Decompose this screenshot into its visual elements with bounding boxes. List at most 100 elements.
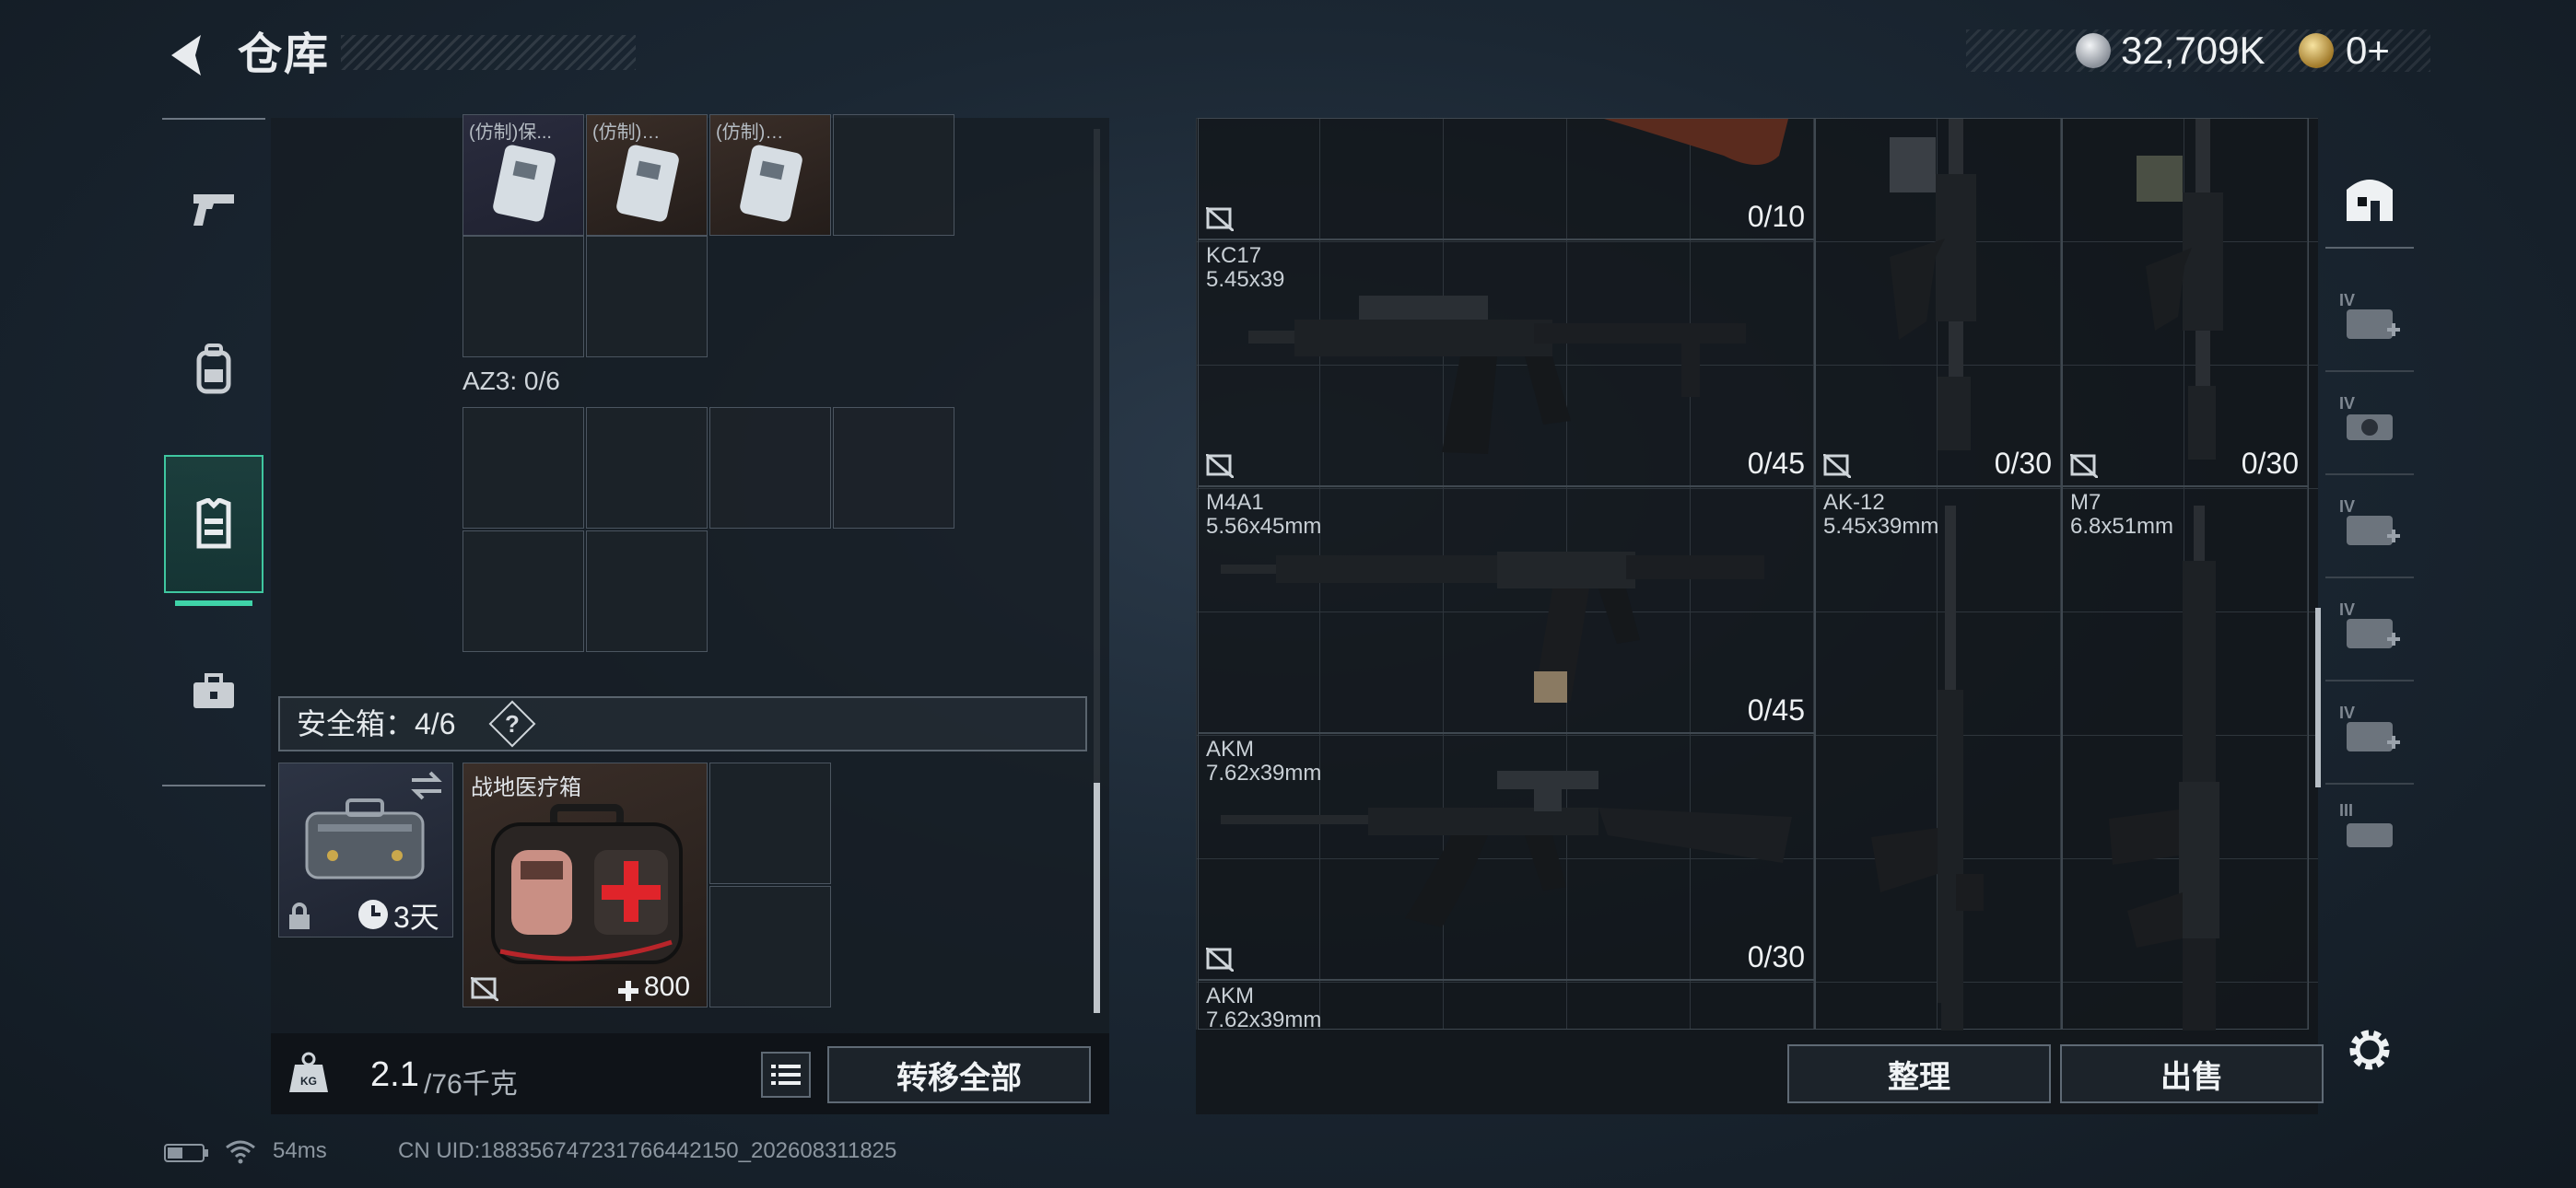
organize-button[interactable]: 整理 (1787, 1044, 2051, 1103)
inventory-slot[interactable]: (仿制)… (586, 114, 708, 236)
inventory-slot[interactable] (463, 407, 584, 529)
rifle-vertical-icon (2137, 119, 2223, 460)
medkit-value: 800 (644, 972, 691, 1002)
transfer-all-button[interactable]: 转移全部 (827, 1046, 1091, 1103)
safe-box-slot[interactable]: 3天 (278, 763, 453, 938)
weapon-card[interactable]: 0/10 (1198, 118, 1815, 239)
weapon-card-akm[interactable]: AKM 7.62x39mm 0/30 (1198, 733, 1815, 980)
back-arrow-icon (171, 35, 201, 76)
weapon-count: 0/30 (1747, 940, 1805, 973)
weapon-name: AKM (1206, 984, 1255, 1008)
inventory-slot[interactable] (463, 530, 584, 652)
attachment-tier-icon: IV (2339, 600, 2400, 656)
inventory-slot[interactable] (586, 407, 708, 529)
no-insurance-icon (1206, 454, 1234, 478)
settings-button[interactable] (2344, 1024, 2395, 1076)
nav-all-items[interactable] (2325, 146, 2414, 249)
first-aid-kit-icon (491, 804, 683, 964)
inventory-slot[interactable] (586, 530, 708, 652)
plus-icon (618, 981, 638, 1001)
inventory-slot[interactable] (709, 407, 831, 529)
pistol-icon (193, 194, 234, 226)
list-icon (771, 1065, 801, 1085)
inventory-slot[interactable] (709, 763, 831, 884)
nav-tier-4-attachment[interactable]: IV (2325, 267, 2414, 372)
silver-amount: 32,709K (2121, 29, 2266, 72)
sell-button[interactable]: 出售 (2060, 1044, 2324, 1103)
help-mark: ? (505, 710, 520, 738)
nav-vest[interactable] (164, 455, 263, 593)
scope-tier-icon: IV (2339, 394, 2400, 449)
no-insurance-icon (1206, 948, 1234, 972)
svg-text:KG: KG (300, 1075, 317, 1088)
weapon-count: 0/30 (1994, 447, 2052, 480)
back-button[interactable] (164, 28, 219, 83)
medkit-slot[interactable]: 战地医疗箱 800 (463, 763, 708, 1007)
weapon-card[interactable]: 0/30 (1815, 118, 2062, 486)
inventory-slot[interactable] (833, 114, 954, 236)
swap-icon (411, 771, 442, 800)
document-item-icon (493, 145, 556, 222)
gold-amount[interactable]: 0+ (2346, 28, 2390, 74)
wifi-icon (226, 1140, 255, 1164)
weapon-count: 0/10 (1747, 200, 1805, 233)
weapon-caliber: 7.62x39mm (1206, 1007, 1322, 1030)
uid-text: CN UID:1883567472317664421­50_2026083118… (398, 1138, 897, 1163)
nav-tier-4-attachment-3[interactable]: IV (2325, 577, 2414, 681)
inventory-slot[interactable] (586, 236, 708, 357)
ping-value: 54ms (273, 1138, 327, 1163)
weight-capacity: /76千克 (424, 1069, 518, 1100)
document-item-icon (740, 145, 802, 222)
inventory-slot[interactable]: (仿制)… (709, 114, 831, 236)
gear-tier-icon: III (2339, 801, 2400, 856)
no-insurance-icon (1206, 207, 1234, 231)
no-insurance-icon (1823, 454, 1851, 478)
weapon-card-m7[interactable]: M7 6.8x51mm (2062, 486, 2309, 1031)
weapon-count: 0/30 (2241, 447, 2299, 480)
page-title: 仓库 (238, 30, 331, 79)
weapon-scrollbar-thumb[interactable] (2315, 608, 2321, 787)
weapon-count: 0/45 (1747, 693, 1805, 727)
weapon-card-akm-2[interactable]: AKM 7.62x39mm (1198, 980, 1815, 1030)
weapon-count: 0/45 (1747, 447, 1805, 480)
safe-timer: 3天 (393, 901, 439, 934)
weapon-card-m4a1[interactable]: M4A1 5.56x45mm 0/45 (1198, 486, 1815, 733)
inventory-scrollbar-thumb[interactable] (1094, 783, 1100, 1013)
akm-rifle-icon (1221, 771, 1792, 927)
nav-tier-3-item[interactable]: III (2325, 783, 2414, 875)
list-view-button[interactable] (761, 1052, 811, 1098)
gear-icon (2349, 1030, 2390, 1070)
inventory-slot[interactable] (463, 236, 584, 357)
nav-pistol[interactable] (164, 140, 263, 278)
item-name: (仿制)保... (469, 122, 552, 143)
kc17-rifle-icon (1248, 296, 1746, 454)
nav-tier-4-attachment-2[interactable]: IV (2325, 473, 2414, 578)
weapon-card-kc17[interactable]: KC17 5.45x39 0/45 (1198, 239, 1815, 486)
inventory-slot[interactable] (709, 886, 831, 1007)
ak12-rifle-vertical-icon (1871, 506, 1984, 1031)
nav-tier-4-scope[interactable]: IV (2325, 370, 2414, 475)
nav-medkit[interactable] (164, 623, 263, 761)
no-insurance-icon (2070, 454, 2098, 478)
home-grid-icon (2347, 180, 2393, 221)
clock-icon (358, 900, 388, 929)
silver-coin-icon (2076, 33, 2111, 68)
m4a1-rifle-icon (1221, 552, 1764, 703)
nav-backpack[interactable] (164, 300, 263, 438)
no-insurance-icon (471, 977, 498, 1001)
inventory-slot[interactable] (833, 407, 954, 529)
az3-label: AZ3: 0/6 (463, 367, 560, 395)
lock-icon (289, 903, 310, 929)
safe-box-label: 安全箱：4/6 (297, 707, 456, 740)
document-item-icon (616, 145, 679, 222)
safe-case-icon (305, 798, 425, 879)
inventory-slot[interactable]: (仿制)保... (463, 114, 584, 236)
weapon-card-ak12[interactable]: AK-12 5.45x39mm (1815, 486, 2062, 1031)
rifle-vertical-icon (1890, 119, 1976, 450)
attachment-tier-icon: IV (2339, 704, 2400, 759)
weapon-card[interactable]: 0/30 (2062, 118, 2309, 486)
item-name: (仿制)… (716, 122, 784, 143)
weapon-name: M4A1 (1206, 490, 1264, 515)
nav-tier-4-attachment-4[interactable]: IV (2325, 680, 2414, 785)
weight-icon: KG (289, 1052, 328, 1092)
